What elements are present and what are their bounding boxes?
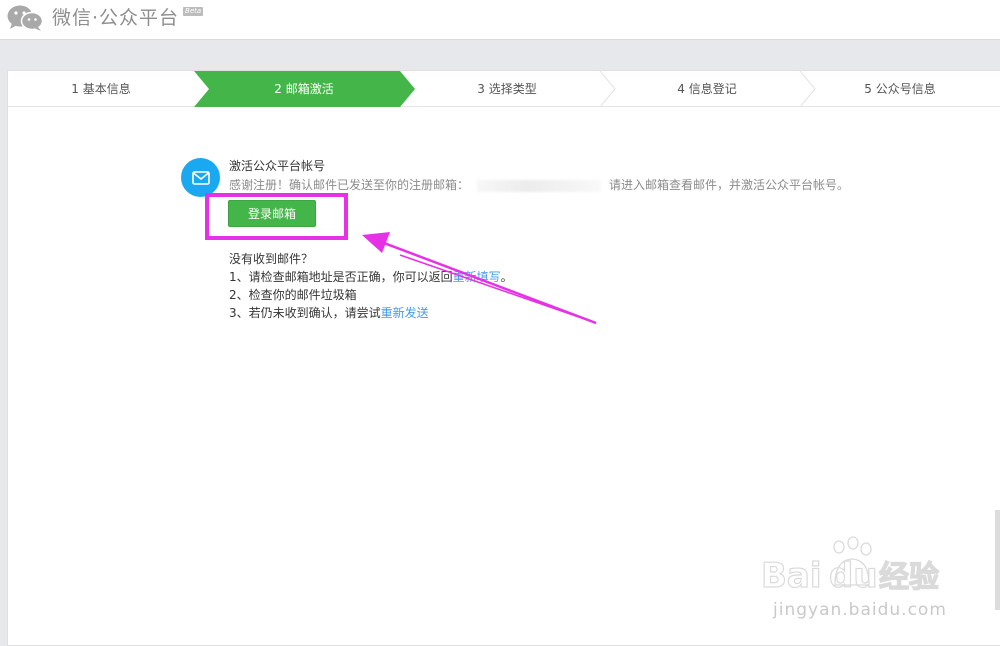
right-edge-strip — [995, 510, 1000, 610]
activation-description: 感谢注册！确认邮件已发送至你的注册邮箱： 请进入邮箱查看邮件，并激活公众平台帐号。 — [229, 177, 849, 193]
watermark-url: jingyan.baidu.com — [773, 600, 947, 620]
annotation-arrow — [362, 232, 597, 325]
help-line-3-text: 3、若仍未收到确认，请尝试 — [229, 306, 381, 320]
beta-badge: Beta — [183, 6, 204, 16]
step-info-register: 4 信息登记 — [677, 82, 737, 96]
description-text-end: 请进入邮箱查看邮件，并激活公众平台帐号。 — [609, 178, 850, 192]
mail-icon — [181, 158, 220, 197]
step-account-info: 5 公众号信息 — [864, 82, 936, 96]
top-header: 微信·公众平台 Beta — [0, 0, 1000, 40]
step-email-activation: 2 邮箱激活 — [274, 82, 334, 96]
wechat-logo-icon — [7, 5, 44, 31]
step-select-type: 3 选择类型 — [477, 82, 537, 96]
activation-title: 激活公众平台帐号 — [229, 159, 326, 173]
blurred-email — [477, 179, 602, 192]
watermark-product: 经验 — [879, 560, 939, 595]
step-separator — [599, 71, 616, 107]
watermark-brand: Bai — [761, 556, 822, 596]
description-text: 感谢注册！确认邮件已发送至你的注册邮箱： — [229, 178, 470, 192]
step-basic-info: 1 基本信息 — [71, 82, 131, 96]
platform-title: 微信·公众平台 — [52, 7, 180, 29]
step-separator — [799, 71, 816, 107]
wechat-logo[interactable]: 微信·公众平台 Beta — [6, 4, 204, 32]
annotation-highlight-box — [205, 193, 348, 240]
watermark-brand-tail: du — [829, 556, 878, 596]
baidu-watermark: Bai du 经验 — [755, 535, 955, 609]
registration-steps: 1 基本信息 2 邮箱激活 3 选择类型 4 信息登记 5 公众号信息 — [8, 71, 1000, 107]
